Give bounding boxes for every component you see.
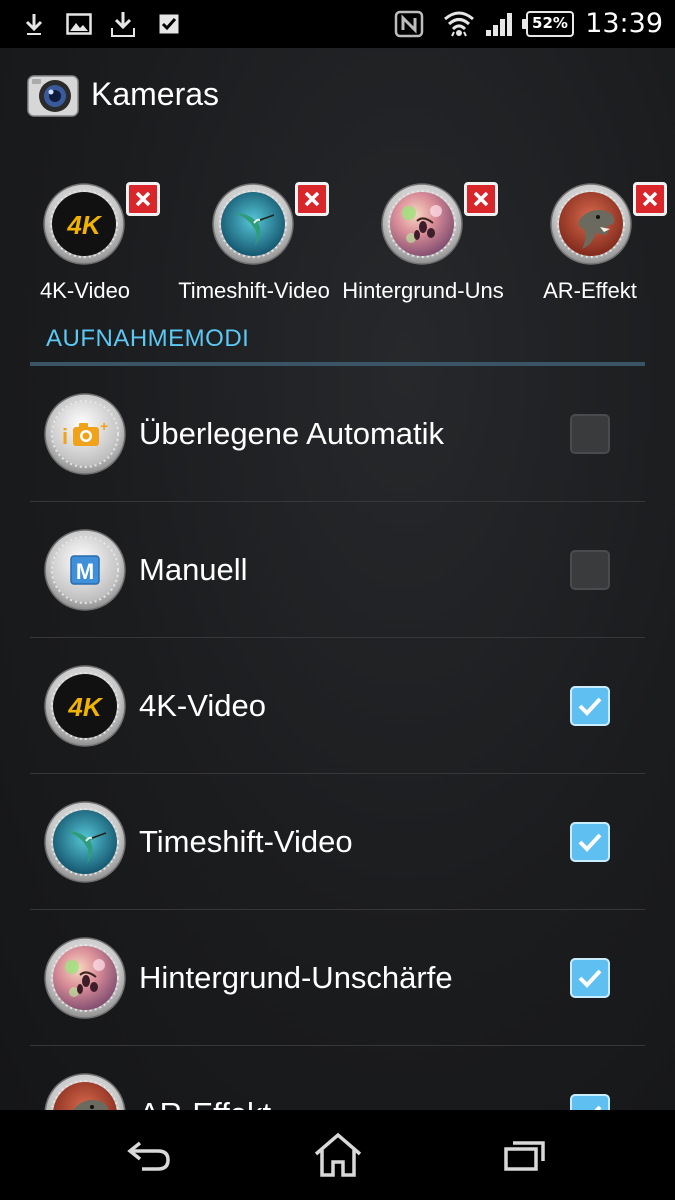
battery-icon: 52% <box>522 11 574 37</box>
list-item[interactable]: Timeshift-Video <box>0 774 675 910</box>
image-icon <box>64 0 94 48</box>
back-button[interactable] <box>90 1110 210 1200</box>
favorite-label: 4K-Video <box>39 278 131 303</box>
remove-favorite-button[interactable] <box>633 182 667 216</box>
close-icon <box>473 191 489 207</box>
signal-icon <box>484 0 516 48</box>
home-icon <box>314 1132 362 1177</box>
mode-checkbox[interactable] <box>570 686 610 726</box>
mode-label: AR-Effekt <box>139 1096 271 1110</box>
action-bar: Kameras <box>0 48 675 144</box>
favorite-4k-video[interactable]: 4K-Video <box>0 178 170 308</box>
mode-label: Überlegene Automatik <box>139 416 445 451</box>
download-complete-icon <box>108 0 138 48</box>
superior-auto-icon <box>44 393 126 475</box>
favorite-label: Timeshift-Video <box>178 278 330 303</box>
close-icon <box>135 191 151 207</box>
favorite-timeshift-video[interactable]: Timeshift-Video <box>169 178 339 308</box>
mode-label: 4K-Video <box>139 688 266 723</box>
favorite-background-blur[interactable]: Hintergrund-Uns <box>338 178 508 308</box>
favorite-ar-effect[interactable]: AR-Effekt <box>505 178 675 308</box>
remove-favorite-button[interactable] <box>464 182 498 216</box>
remove-favorite-button[interactable] <box>295 182 329 216</box>
app-body: Kameras 4K-Video Timeshift-Video Hinterg… <box>0 48 675 1110</box>
checkmark-icon <box>578 969 602 988</box>
hummingbird-icon <box>44 801 126 883</box>
recents-icon <box>504 1141 545 1171</box>
background-blur-icon <box>44 937 126 1019</box>
checkbox-task-icon <box>154 0 184 48</box>
dinosaur-icon <box>44 1073 126 1110</box>
close-icon <box>642 191 658 207</box>
dinosaur-icon <box>550 183 632 265</box>
app-title: Kameras <box>91 76 220 112</box>
mode-checkbox[interactable] <box>570 1094 610 1110</box>
checkmark-icon <box>578 697 602 716</box>
hummingbird-icon <box>212 183 294 265</box>
list-item[interactable]: AR-Effekt <box>0 1046 675 1110</box>
home-button[interactable] <box>278 1110 398 1200</box>
mode-checkbox[interactable] <box>570 414 610 454</box>
checkmark-icon <box>578 833 602 852</box>
favorite-label: AR-Effekt <box>543 278 637 303</box>
mode-label: Hintergrund-Unschärfe <box>139 960 453 995</box>
background-blur-icon <box>381 183 463 265</box>
mode-label: Manuell <box>139 552 248 587</box>
remove-favorite-button[interactable] <box>126 182 160 216</box>
wifi-icon <box>442 0 476 48</box>
nfc-icon <box>392 0 426 48</box>
recents-button[interactable] <box>465 1110 585 1200</box>
mode-checkbox[interactable] <box>570 958 610 998</box>
status-time: 13:39 <box>585 8 663 39</box>
navigation-bar <box>0 1110 675 1200</box>
camera-app-icon <box>26 68 80 122</box>
4k-video-icon <box>43 183 125 265</box>
list-item[interactable]: Hintergrund-Unschärfe <box>0 910 675 1046</box>
status-bar: 52% 13:39 <box>0 0 675 48</box>
favorites-row: 4K-Video Timeshift-Video Hintergrund-Uns… <box>0 178 675 308</box>
checkmark-icon <box>594 1105 602 1110</box>
mode-label: Timeshift-Video <box>139 824 353 859</box>
favorite-label: Hintergrund-Uns <box>342 278 504 303</box>
download-icon <box>20 0 48 48</box>
mode-checkbox[interactable] <box>570 822 610 862</box>
4k-video-icon <box>44 665 126 747</box>
back-icon <box>127 1141 170 1171</box>
list-item[interactable]: Manuell <box>0 502 675 638</box>
manual-m-icon <box>44 529 126 611</box>
list-item[interactable]: Überlegene Automatik <box>0 366 675 502</box>
close-icon <box>304 191 320 207</box>
list-item[interactable]: 4K-Video <box>0 638 675 774</box>
mode-list: Überlegene Automatik Manuell 4K-Video Ti… <box>0 366 675 1110</box>
section-header: AUFNAHMEMODI <box>46 325 250 352</box>
mode-checkbox[interactable] <box>570 550 610 590</box>
